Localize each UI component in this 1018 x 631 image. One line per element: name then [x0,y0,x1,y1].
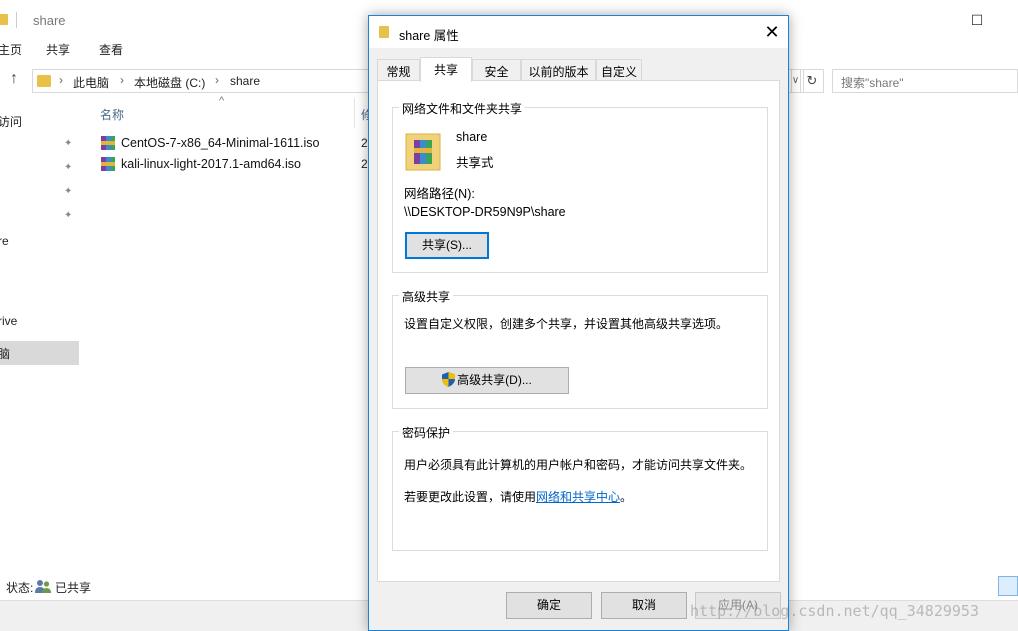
file-row[interactable]: CentOS-7-x86_64-Minimal-1611.iso 2 [100,134,370,154]
maximize-icon[interactable]: ☐ [962,8,992,32]
sort-ascending-icon: ^ [219,95,225,107]
status-label: 状态: [6,581,34,595]
sharing-tab-panel: 网络文件和文件夹共享 share 共享式 网络路径(N): \\DESKTOP-… [377,80,780,582]
tab-customize[interactable]: 自定义 [596,59,642,81]
hint-suffix: 。 [620,490,633,504]
shared-folder-icon [405,133,441,171]
password-protection-hint: 若要更改此设置，请使用网络和共享中心。 [404,488,632,505]
nav-selection-highlight [0,341,79,365]
group-title: 密码保护 [399,424,454,441]
dialog-title: share 属性 [399,29,459,43]
folder-icon [379,26,389,38]
chevron-right-icon: › [120,73,124,87]
nav-item-share[interactable]: re [0,234,9,248]
folder-icon [0,14,8,25]
password-protection-group: 密码保护 用户必须具有此计算机的用户帐户和密码，才能访问共享文件夹。 若要更改此… [392,424,768,551]
archive-file-icon [101,136,115,150]
watermark-text: http://blog.csdn.net/qq_34829953 [690,602,979,620]
file-name: kali-linux-light-2017.1-amd64.iso [121,157,301,171]
uac-shield-icon [442,372,456,387]
shared-users-icon [35,580,51,593]
ribbon-tab-view[interactable]: 查看 [99,41,123,58]
status-value: 已共享 [55,581,92,595]
tab-previous-versions[interactable]: 以前的版本 [521,59,596,81]
advanced-sharing-button-label: 高级共享(D)... [457,373,532,387]
status-bar: 状态: 已共享 [0,576,370,598]
pin-icon[interactable]: ✦ [64,210,72,221]
folder-icon [37,75,51,87]
column-header-name[interactable]: 名称 [100,106,124,123]
group-title: 高级共享 [399,288,454,305]
refresh-icon[interactable]: ↻ [800,69,824,93]
share-button[interactable]: 共享(S)... [405,232,489,259]
nav-item-this-pc[interactable]: 脑 [0,345,10,362]
advanced-sharing-description: 设置自定义权限，创建多个共享，并设置其他高级共享选项。 [404,317,729,331]
file-date: 2 [361,136,368,150]
ribbon-tab-share[interactable]: 共享 [46,41,70,58]
search-input[interactable]: 搜索"share" [832,69,1018,93]
properties-dialog: share 属性 ✕ 常规 共享 安全 以前的版本 自定义 网络文件和文件夹共享… [368,15,789,631]
advanced-sharing-group: 高级共享 设置自定义权限，创建多个共享，并设置其他高级共享选项。 高级共享(D)… [392,288,768,409]
password-protection-description: 用户必须具有此计算机的用户帐户和密码，才能访问共享文件夹。 [404,458,753,472]
network-sharing-center-link[interactable]: 网络和共享中心 [536,490,620,504]
navigation-pane: 访问 ✦ ✦ ✦ ✦ re rive 脑 [0,96,80,576]
breadcrumb-this-pc[interactable]: 此电脑 [73,74,109,91]
share-status: 共享式 [456,156,494,170]
network-path-label: 网络路径(N): [404,187,475,201]
chevron-right-icon: › [59,73,63,87]
file-date: 2 [361,157,368,171]
file-row[interactable]: kali-linux-light-2017.1-amd64.iso 2 [100,155,370,175]
network-sharing-group: 网络文件和文件夹共享 share 共享式 网络路径(N): \\DESKTOP-… [392,100,768,273]
tab-general[interactable]: 常规 [377,59,420,81]
ok-button[interactable]: 确定 [506,592,592,619]
dialog-titlebar: share 属性 ✕ [369,16,788,48]
ribbon-tab-home[interactable]: 主页 [0,41,22,58]
hint-prefix: 若要更改此设置，请使用 [404,490,537,504]
column-divider[interactable] [354,98,355,128]
nav-item-quick-access[interactable]: 访问 [0,113,22,130]
folder-name: share [456,130,488,144]
up-arrow-icon[interactable]: ↑ [10,70,18,88]
advanced-sharing-button[interactable]: 高级共享(D)... [405,367,569,394]
file-name: CentOS-7-x86_64-Minimal-1611.iso [121,136,320,150]
network-path: \\DESKTOP-DR59N9P\share [404,205,566,219]
titlebar-divider [16,12,17,28]
breadcrumb-local-disk[interactable]: 本地磁盘 (C:) [134,74,205,91]
dialog-tabs: 常规 共享 安全 以前的版本 自定义 [377,57,781,82]
tab-security[interactable]: 安全 [472,59,521,81]
details-view-icon[interactable] [998,576,1018,596]
nav-item-onedrive[interactable]: rive [0,314,17,328]
explorer-title: share [33,13,66,28]
chevron-right-icon: › [215,73,219,87]
pin-icon[interactable]: ✦ [64,138,72,149]
breadcrumb-share[interactable]: share [230,74,260,88]
close-icon[interactable]: ✕ [757,20,787,44]
cancel-button[interactable]: 取消 [601,592,687,619]
pin-icon[interactable]: ✦ [64,186,72,197]
archive-file-icon [101,157,115,171]
group-title: 网络文件和文件夹共享 [399,100,526,117]
tab-sharing[interactable]: 共享 [420,57,472,82]
pin-icon[interactable]: ✦ [64,162,72,173]
